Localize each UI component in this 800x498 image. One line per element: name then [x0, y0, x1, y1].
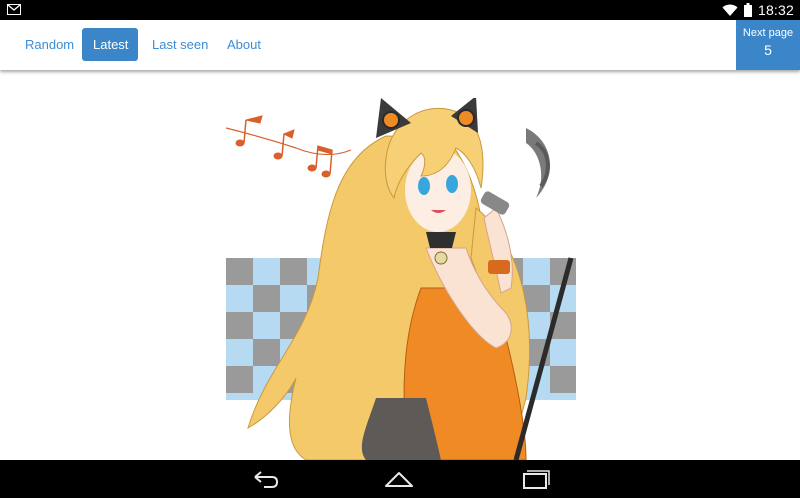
status-bar: 18:32 — [0, 0, 800, 20]
next-page-label: Next page — [742, 27, 794, 39]
tab-about[interactable]: About — [216, 28, 272, 61]
top-nav-bar: Random Latest Last seen About Next page … — [0, 20, 800, 70]
back-icon[interactable] — [250, 468, 280, 490]
next-page-number: 5 — [764, 42, 772, 58]
home-icon[interactable] — [384, 468, 414, 490]
wifi-icon — [722, 4, 738, 16]
image-viewer — [0, 70, 800, 460]
battery-icon — [743, 3, 752, 17]
system-navigation-bar — [0, 460, 800, 498]
music-notes — [226, 115, 352, 178]
tab-last-seen[interactable]: Last seen — [141, 28, 219, 61]
next-page-button[interactable]: Next page 5 — [736, 20, 800, 70]
tab-latest[interactable]: Latest — [82, 28, 138, 61]
tab-random[interactable]: Random — [14, 28, 85, 61]
clock-time: 18:32 — [757, 2, 794, 18]
recents-icon[interactable] — [520, 468, 550, 490]
artwork-image[interactable] — [226, 98, 576, 460]
gmail-icon — [7, 4, 21, 15]
